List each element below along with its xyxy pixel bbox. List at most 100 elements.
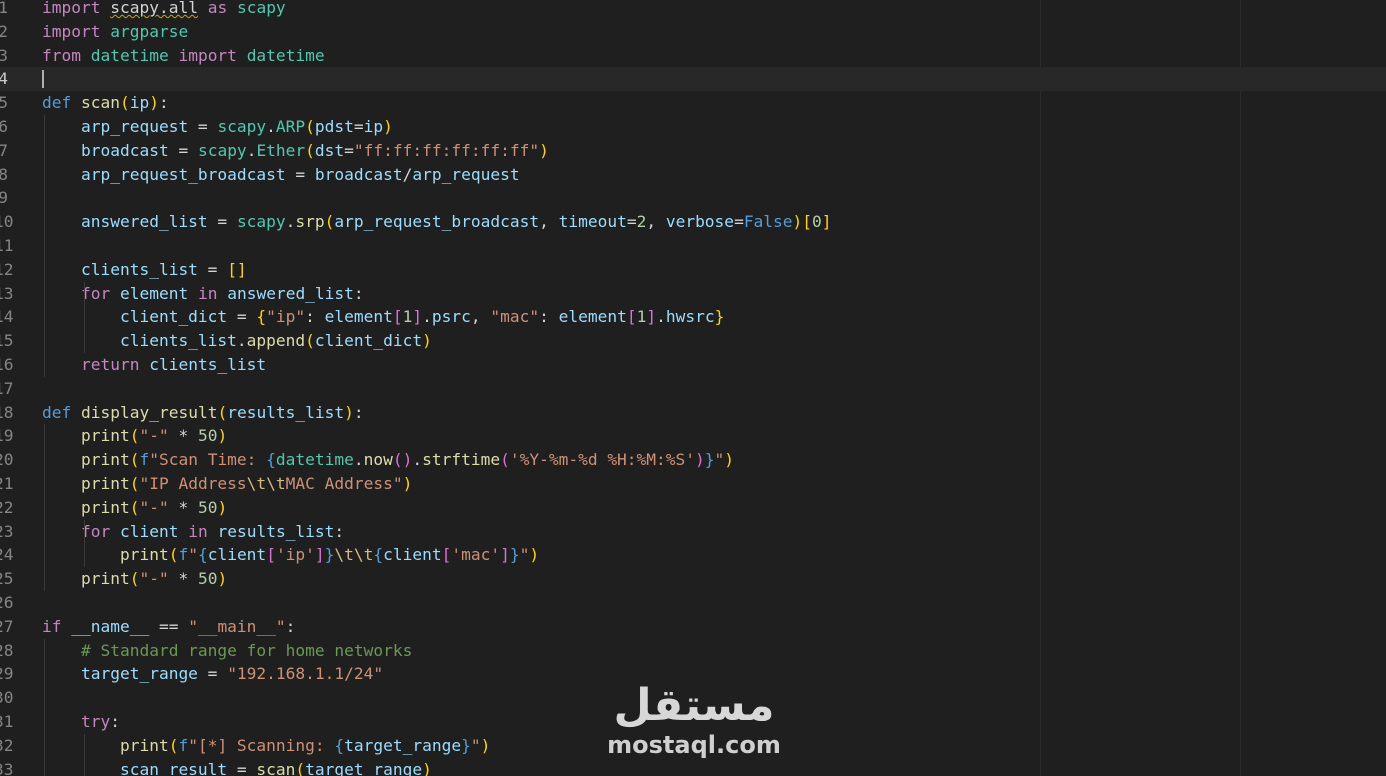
code-text[interactable]: print(f"{client['ip']}\t\t{client['mac']…	[42, 543, 539, 567]
code-line[interactable]: 18 def display_result(results_list):	[0, 401, 1386, 425]
code-line[interactable]: 7 broadcast = scapy.Ether(dst="ff:ff:ff:…	[0, 138, 1386, 163]
code-token: )	[383, 116, 393, 136]
code-token: .	[412, 450, 423, 470]
code-line[interactable]: 20 print(f"Scan Time: {datetime.now().st…	[0, 448, 1386, 472]
code-text[interactable]: print(f"Scan Time: {datetime.now().strft…	[42, 448, 734, 472]
code-text[interactable]: def display_result(results_list):	[42, 401, 364, 425]
code-text[interactable]: # Standard range for home networks	[42, 639, 412, 663]
code-text[interactable]: target_range = "192.168.1.1/24"	[42, 662, 383, 686]
code-line[interactable]: 19 print("-" * 50)	[0, 424, 1386, 449]
code-text[interactable]: for client in results_list:	[42, 520, 344, 544]
code-line[interactable]: 24 print(f"{client['ip']}\t\t{client['ma…	[0, 543, 1386, 568]
code-lines[interactable]: 1 import scapy.all as scapy 2 import argpar…	[0, 0, 1386, 776]
code-text[interactable]: import scapy.all as scapy	[42, 0, 286, 20]
code-text[interactable]: def scan(ip):	[42, 91, 169, 115]
code-line[interactable]: 14 client_dict = {"ip": element[1].psrc,…	[0, 305, 1386, 330]
code-text[interactable]: import argparse	[42, 20, 188, 44]
code-token: (	[168, 735, 179, 755]
code-text[interactable]: scan_result = scan(target_range)	[42, 758, 432, 776]
code-text[interactable]: arp_request_broadcast = broadcast/arp_re…	[42, 163, 520, 187]
code-line[interactable]: 11	[0, 233, 1386, 258]
code-token: print	[80, 450, 130, 470]
code-token: :	[110, 711, 120, 731]
code-line[interactable]: 13 for element in answered_list:	[0, 281, 1386, 306]
line-number: 4	[0, 69, 8, 89]
code-token: argparse	[110, 21, 189, 41]
code-text[interactable]: client_dict = {"ip": element[1].psrc, "m…	[42, 305, 724, 329]
code-text[interactable]: try:	[42, 710, 120, 734]
code-token: scapy.all	[110, 0, 198, 17]
code-text[interactable]: broadcast = scapy.Ether(dst="ff:ff:ff:ff…	[42, 139, 549, 163]
code-line[interactable]: 27 if __name__ == "__main__":	[0, 615, 1386, 639]
code-line[interactable]: 6 arp_request = scapy.ARP(pdst=ip)	[0, 114, 1386, 139]
code-text[interactable]: clients_list = []	[42, 258, 247, 282]
code-text[interactable]: if __name__ == "__main__":	[42, 615, 295, 639]
indent-guide	[44, 424, 45, 449]
code-line[interactable]: 22 print("-" * 50)	[0, 495, 1386, 520]
code-token: (	[500, 450, 510, 470]
code-token: {	[373, 545, 384, 565]
code-token: )	[529, 545, 540, 565]
code-text[interactable]: return clients_list	[42, 353, 266, 377]
code-line[interactable]: 9	[0, 186, 1386, 211]
code-line[interactable]: 23 for client in results_list:	[0, 519, 1386, 544]
code-line[interactable]: 3 from datetime import datetime	[0, 44, 1386, 68]
code-text[interactable]: clients_list.append(client_dict)	[42, 329, 432, 353]
code-line[interactable]: 8 arp_request_broadcast = broadcast/arp_…	[0, 162, 1386, 187]
code-token: )	[422, 759, 432, 776]
code-token: print	[80, 426, 130, 446]
code-line[interactable]: 15 clients_list.append(client_dict)	[0, 329, 1386, 353]
code-line[interactable]: 16 return clients_list	[0, 352, 1386, 377]
code-line[interactable]: 12 clients_list = []	[0, 257, 1386, 282]
code-token: pdst	[314, 116, 354, 136]
code-token: ==	[149, 616, 189, 636]
code-text[interactable]: print("-" * 50)	[42, 496, 227, 520]
code-token: (	[129, 426, 140, 446]
code-line[interactable]: 1 import scapy.all as scapy	[0, 0, 1386, 20]
code-line[interactable]: 4	[0, 67, 1386, 92]
code-text[interactable]: print("-" * 50)	[42, 424, 227, 448]
line-number: 17	[0, 378, 14, 398]
code-token: f	[178, 735, 189, 755]
code-token: )	[695, 450, 705, 470]
code-text[interactable]: print("IP Address\t\tMAC Address")	[42, 472, 412, 496]
code-line[interactable]: 26	[0, 591, 1386, 615]
code-text[interactable]: for element in answered_list:	[42, 282, 364, 306]
code-token: }	[461, 735, 471, 755]
code-token: for	[80, 283, 111, 303]
code-token: }	[509, 545, 520, 565]
code-token: (	[129, 473, 140, 493]
mostaql-watermark-logo: مستقل mostaql.com	[606, 678, 782, 764]
code-line[interactable]: 21 print("IP Address\t\tMAC Address")	[0, 471, 1386, 496]
code-line[interactable]: 2 import argparse	[0, 20, 1386, 44]
code-token: ]	[821, 212, 832, 232]
code-token: :	[334, 521, 345, 541]
code-text[interactable]: answered_list = scapy.srp(arp_request_br…	[42, 210, 832, 234]
code-editor[interactable]: 1 import scapy.all as scapy 2 import argpar…	[0, 0, 1386, 776]
line-number: 23	[0, 521, 14, 541]
code-line[interactable]: 10 answered_list = scapy.srp(arp_request…	[0, 210, 1386, 234]
code-token: "	[714, 450, 725, 470]
code-text[interactable]: print(f"[*] Scanning: {target_range}")	[42, 734, 490, 758]
line-number: 5	[0, 93, 8, 113]
code-token: False	[743, 212, 793, 232]
code-token: append	[246, 331, 306, 351]
code-text[interactable]: from datetime import datetime	[42, 44, 325, 68]
indent-guide	[84, 733, 85, 758]
code-line[interactable]: 17	[0, 377, 1386, 401]
code-text[interactable]: print("-" * 50)	[42, 567, 227, 591]
code-token: def	[42, 402, 72, 422]
code-line[interactable]: 5 def scan(ip):	[0, 91, 1386, 115]
line-number: 12	[0, 259, 14, 279]
code-line[interactable]: 25 print("-" * 50)	[0, 567, 1386, 591]
code-text[interactable]: arp_request = scapy.ARP(pdst=ip)	[42, 115, 393, 139]
line-number: 15	[0, 331, 14, 351]
code-line[interactable]: 28 # Standard range for home networks	[0, 638, 1386, 663]
